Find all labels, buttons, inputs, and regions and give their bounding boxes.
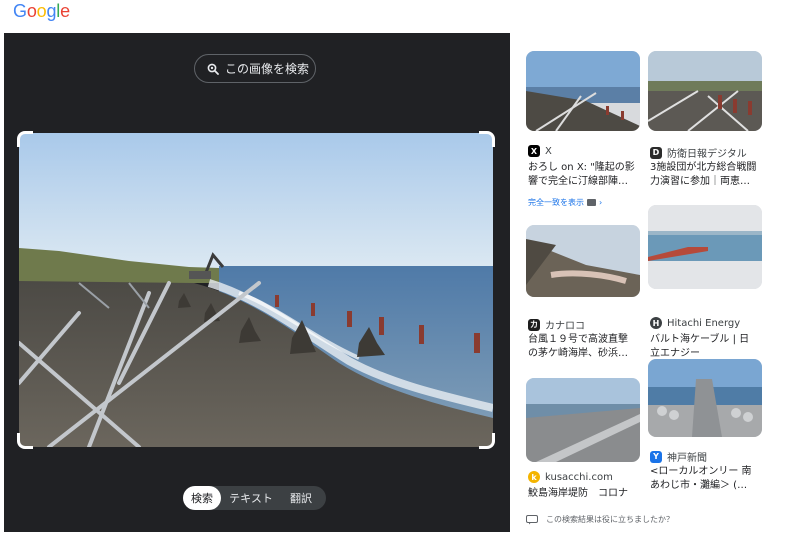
hitachi-icon: H: [650, 317, 662, 329]
bouei-icon: D: [650, 146, 662, 159]
x-icon: X: [528, 145, 540, 157]
result-title: 台風１９号で高波直撃: [528, 334, 628, 345]
result-title: 3施設団が北方総合戦闘: [650, 162, 757, 173]
result-title: バルト海ケーブル | 日: [650, 334, 750, 345]
google-logo-text: Google: [13, 1, 70, 21]
google-logo[interactable]: Google: [13, 1, 70, 22]
crop-handle-top-left[interactable]: [17, 131, 33, 147]
google-logo-letter: g: [46, 1, 57, 21]
google-logo-letter: o: [26, 1, 37, 21]
visual-matches-panel: X X おろし on X: "隆起の影 響で完全に汀線部陣… 完全一致を表示 ›…: [510, 33, 768, 532]
selected-image-region[interactable]: [17, 131, 495, 449]
feedback-icon: [526, 514, 538, 524]
result-source: k kusacchi.com: [528, 471, 613, 483]
result-thumbnail: [648, 359, 762, 437]
result-source: Y 神戸新聞: [650, 449, 707, 464]
tab-text-label: テキスト: [229, 492, 273, 505]
google-logo-letter: G: [13, 1, 27, 21]
tab-translate[interactable]: 翻訳: [281, 486, 321, 510]
feedback-prompt: この検索結果は役に立ちましたか？: [546, 515, 674, 524]
kobe-icon: Y: [650, 450, 662, 463]
chevron-right-icon: ›: [599, 198, 603, 207]
result-title-line2: 響で完全に汀線部陣…: [528, 176, 628, 187]
crop-handle-bottom-left[interactable]: [17, 433, 33, 449]
crop-handle-top-right[interactable]: [479, 131, 495, 147]
result-thumbnail: [526, 378, 640, 462]
result-title-line2: の茅ケ崎海岸、砂浜…: [528, 348, 628, 359]
result-source-name: 神戸新聞: [667, 453, 707, 464]
tab-search-label: 検索: [191, 492, 213, 505]
top-bar: Google: [0, 0, 800, 32]
search-this-image-label: この画像を検索: [225, 62, 310, 76]
exact-match-link[interactable]: 完全一致を表示 ›: [528, 197, 602, 208]
lens-search-icon: [207, 63, 219, 75]
result-source: D 防衛日報デジタル: [650, 145, 747, 160]
google-logo-letter: e: [60, 1, 70, 21]
result-title: <ローカルオンリー 南: [650, 466, 752, 477]
lens-mode-tabs: 検索 テキスト 翻訳: [183, 486, 326, 510]
result-source-name: Hitachi Energy: [667, 317, 741, 329]
result-title-line2: あわじ市・灘編＞ (…: [650, 480, 748, 491]
result-thumbnail: [526, 51, 640, 131]
kusacchi-icon: k: [528, 471, 540, 483]
result-title-line2: 力演習に参加｜両恵…: [650, 176, 750, 187]
search-this-image-button[interactable]: この画像を検索: [194, 54, 316, 83]
beach-photo: [19, 133, 493, 447]
exact-match-label: 完全一致を表示: [528, 198, 584, 207]
google-logo-letter: o: [36, 1, 47, 21]
lens-image-panel: この画像を検索 検索 テキスト 翻訳: [4, 33, 510, 532]
kanaloco-icon: カ: [528, 318, 540, 331]
result-title: 鮫島海岸堤防 コロナ: [528, 488, 628, 499]
result-source-name: カナロコ: [545, 321, 585, 332]
result-source: H Hitachi Energy: [650, 317, 740, 329]
result-source: X X: [528, 145, 552, 157]
result-thumbnail: [526, 225, 640, 297]
result-source-name: X: [545, 145, 552, 157]
crop-handle-bottom-right[interactable]: [479, 433, 495, 449]
tab-search[interactable]: 検索: [183, 486, 221, 510]
image-stack-icon: [587, 199, 596, 206]
tab-text[interactable]: テキスト: [221, 486, 281, 510]
tab-translate-label: 翻訳: [290, 492, 312, 505]
feedback-row[interactable]: この検索結果は役に立ちましたか？: [526, 514, 674, 525]
result-source-name: kusacchi.com: [545, 471, 613, 483]
result-title: おろし on X: "隆起の影: [528, 162, 635, 173]
result-source-name: 防衛日報デジタル: [667, 149, 747, 160]
result-thumbnail: [648, 205, 762, 289]
result-thumbnail: [648, 51, 762, 131]
result-source: カ カナロコ: [528, 317, 585, 332]
